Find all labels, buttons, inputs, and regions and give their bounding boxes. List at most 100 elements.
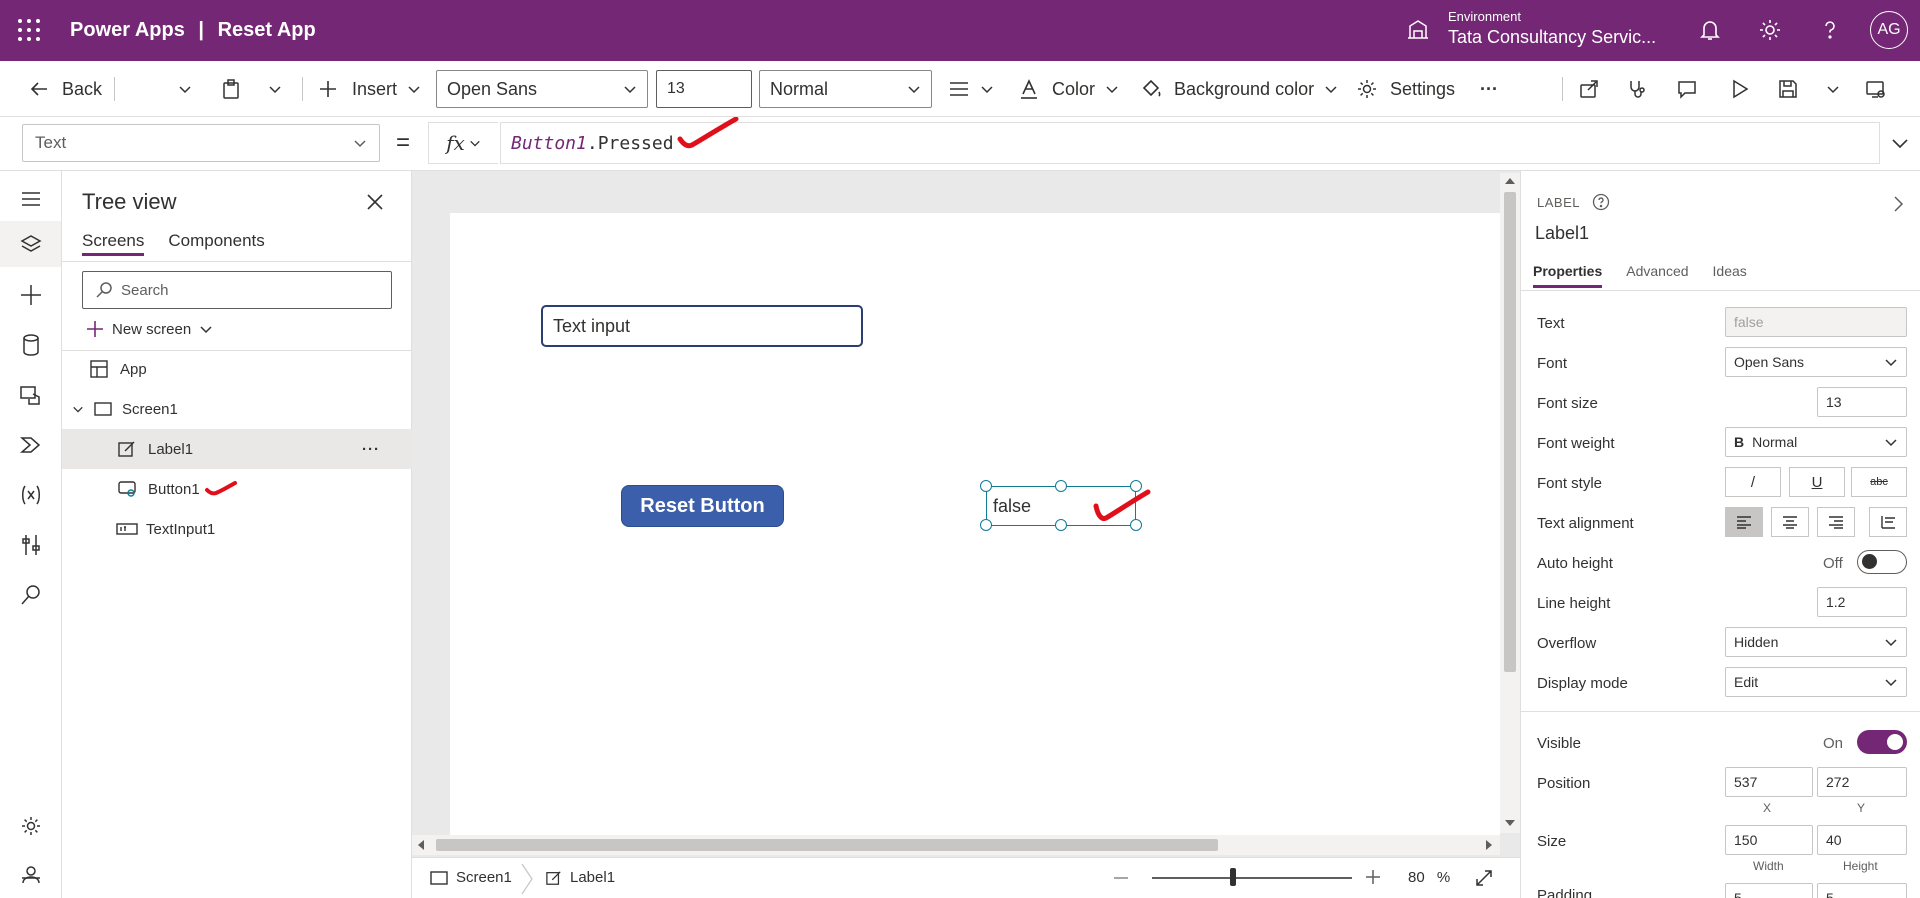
auto-height-toggle[interactable] <box>1857 550 1907 574</box>
align-center-button[interactable] <box>1771 507 1809 537</box>
hamburger-menu-icon[interactable] <box>17 185 45 213</box>
save-icon[interactable] <box>1777 78 1799 100</box>
italic-button[interactable]: / <box>1725 467 1781 497</box>
close-icon[interactable] <box>364 191 386 213</box>
tab-components[interactable]: Components <box>168 231 264 256</box>
search-icon[interactable] <box>17 581 45 609</box>
insert-button[interactable]: Insert <box>318 75 421 103</box>
tree-item-label1[interactable]: Label1 ··· <box>62 429 412 469</box>
share-icon[interactable] <box>1578 78 1600 100</box>
prop-display-mode-select[interactable]: Edit <box>1725 667 1907 697</box>
fit-to-window-icon[interactable] <box>1474 868 1494 888</box>
text-input-control[interactable]: Text input <box>541 305 863 347</box>
more-commands-button[interactable]: ··· <box>1480 75 1498 103</box>
horizontal-scroll-thumb[interactable] <box>436 839 1218 851</box>
zoom-in-icon[interactable] <box>1366 870 1380 884</box>
resize-handle[interactable] <box>980 480 992 492</box>
new-screen-button[interactable]: New screen <box>86 315 213 343</box>
property-select[interactable]: Text <box>22 124 380 162</box>
text-align-button[interactable] <box>948 75 994 103</box>
advanced-tools-icon[interactable] <box>17 531 45 559</box>
help-circle-icon[interactable] <box>1592 193 1610 211</box>
reset-button[interactable]: Reset Button <box>621 485 784 527</box>
color-button[interactable]: Color <box>1018 75 1119 103</box>
comments-icon[interactable] <box>1676 78 1698 100</box>
size-height-input[interactable]: 40 <box>1817 825 1907 855</box>
prop-text-field[interactable]: false <box>1725 307 1907 337</box>
back-button[interactable]: Back <box>28 75 102 103</box>
breadcrumb-screen[interactable]: Screen1 <box>430 869 512 886</box>
settings-button[interactable]: Settings <box>1356 75 1455 103</box>
tree-view-layers-icon[interactable] <box>17 231 45 259</box>
align-justify-button[interactable] <box>1869 507 1907 537</box>
resize-handle[interactable] <box>1055 519 1067 531</box>
settings-gear-icon[interactable] <box>1756 16 1784 44</box>
visible-toggle[interactable] <box>1857 730 1907 754</box>
background-color-button[interactable]: Background color <box>1140 75 1338 103</box>
app-checker-icon[interactable] <box>1626 78 1648 100</box>
font-weight-select[interactable]: Normal <box>759 70 932 108</box>
prop-overflow-select[interactable]: Hidden <box>1725 627 1907 657</box>
scroll-left-icon[interactable] <box>416 839 426 851</box>
padding-bottom-input[interactable]: 5 <box>1817 883 1907 898</box>
position-y-input[interactable]: 272 <box>1817 767 1907 797</box>
scroll-down-icon[interactable] <box>1504 818 1516 828</box>
prop-font-weight-select[interactable]: B Normal <box>1725 427 1907 457</box>
prop-font-size-input[interactable]: 13 <box>1817 387 1907 417</box>
item-more-options[interactable]: ··· <box>362 441 380 458</box>
virtual-agent-icon[interactable] <box>17 861 45 889</box>
expand-formula-bar-button[interactable] <box>1880 122 1920 164</box>
strikethrough-button[interactable]: abc <box>1851 467 1907 497</box>
app-launcher-icon[interactable] <box>18 19 40 41</box>
zoom-slider-thumb[interactable] <box>1230 868 1236 886</box>
resize-handle[interactable] <box>1055 480 1067 492</box>
align-left-button[interactable] <box>1725 507 1763 537</box>
position-x-input[interactable]: 537 <box>1725 767 1813 797</box>
tree-item-screen1[interactable]: Screen1 <box>62 389 412 429</box>
insert-plus-icon[interactable] <box>17 281 45 309</box>
power-automate-icon[interactable] <box>17 431 45 459</box>
resize-handle[interactable] <box>980 519 992 531</box>
vertical-scroll-thumb[interactable] <box>1504 192 1516 672</box>
tree-search-input[interactable]: Search <box>82 271 392 309</box>
save-dropdown-icon[interactable] <box>1826 82 1840 96</box>
tree-item-textinput1[interactable]: TextInput1 <box>62 509 412 549</box>
variables-icon[interactable] <box>17 481 45 509</box>
font-family-select[interactable]: Open Sans <box>436 70 648 108</box>
publish-icon[interactable] <box>1864 78 1886 100</box>
chevron-right-icon[interactable] <box>1891 195 1905 213</box>
tree-item-app[interactable]: App <box>62 349 412 389</box>
tree-item-button1[interactable]: Button1 <box>62 469 412 509</box>
paste-dropdown-icon[interactable] <box>268 82 282 96</box>
media-icon[interactable] <box>17 381 45 409</box>
data-cylinder-icon[interactable] <box>17 331 45 359</box>
tab-advanced[interactable]: Advanced <box>1626 263 1688 288</box>
tab-ideas[interactable]: Ideas <box>1713 263 1747 288</box>
prop-font-select[interactable]: Open Sans <box>1725 347 1907 377</box>
environment-picker[interactable]: Tata Consultancy Servic... <box>1448 27 1656 48</box>
scroll-up-icon[interactable] <box>1504 176 1516 186</box>
settings-gear-icon[interactable] <box>17 812 45 840</box>
paste-icon[interactable] <box>220 78 242 100</box>
tab-screens[interactable]: Screens <box>82 231 145 256</box>
chevron-down-icon[interactable] <box>72 403 84 415</box>
undo-dropdown-icon[interactable] <box>178 82 192 96</box>
prop-overflow-value: Hidden <box>1734 634 1779 650</box>
underline-button[interactable]: U <box>1789 467 1845 497</box>
control-name[interactable]: Label1 <box>1535 223 1589 244</box>
user-avatar[interactable]: AG <box>1870 11 1908 49</box>
function-picker[interactable]: fx <box>428 122 498 164</box>
notifications-icon[interactable] <box>1696 16 1724 44</box>
font-size-input[interactable]: 13 <box>656 70 752 108</box>
align-right-button[interactable] <box>1817 507 1855 537</box>
prop-line-height-input[interactable]: 1.2 <box>1817 587 1907 617</box>
tab-properties[interactable]: Properties <box>1533 263 1603 288</box>
zoom-out-icon[interactable] <box>1114 876 1128 880</box>
padding-top-input[interactable]: 5 <box>1725 883 1813 898</box>
breadcrumb-control[interactable]: Label1 <box>546 869 615 886</box>
help-icon[interactable] <box>1816 16 1844 44</box>
size-width-input[interactable]: 150 <box>1725 825 1813 855</box>
zoom-slider[interactable] <box>1152 877 1352 879</box>
preview-play-icon[interactable] <box>1728 78 1750 100</box>
scroll-right-icon[interactable] <box>1484 839 1494 851</box>
